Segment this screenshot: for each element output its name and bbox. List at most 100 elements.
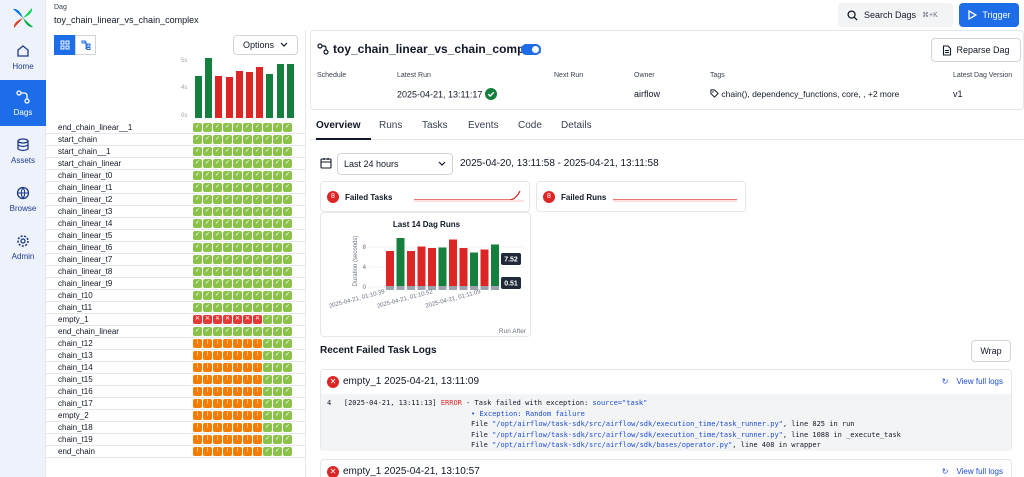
- task-instance-success[interactable]: ✓: [223, 327, 232, 336]
- task-instance-upstream-failed[interactable]: !: [193, 351, 202, 360]
- tab-overview[interactable]: Overview: [316, 120, 360, 131]
- task-instance-success[interactable]: ✓: [213, 231, 222, 240]
- task-instance-upstream-failed[interactable]: !: [203, 423, 212, 432]
- task-instance-success[interactable]: ✓: [263, 423, 272, 432]
- task-name[interactable]: chain_linear_t6: [58, 243, 112, 253]
- task-instance-upstream-failed[interactable]: !: [193, 339, 202, 348]
- chart-bar[interactable]: [396, 238, 405, 287]
- task-instance-success[interactable]: ✓: [243, 243, 252, 252]
- task-instance-success[interactable]: ✓: [253, 303, 262, 312]
- task-instance-success[interactable]: ✓: [253, 279, 262, 288]
- task-instance-success[interactable]: ✓: [273, 387, 282, 396]
- task-instance-upstream-failed[interactable]: !: [193, 447, 202, 456]
- task-instance-success[interactable]: ✓: [283, 291, 292, 300]
- run-bar[interactable]: [266, 74, 274, 118]
- task-instance-success[interactable]: ✓: [243, 183, 252, 192]
- task-instance-success[interactable]: ✓: [243, 291, 252, 300]
- task-instance-success[interactable]: ✓: [193, 219, 202, 228]
- task-instance-success[interactable]: ✓: [253, 123, 262, 132]
- task-instance-success[interactable]: ✓: [283, 363, 292, 372]
- task-instance-success[interactable]: ✓: [243, 231, 252, 240]
- task-instance-success[interactable]: ✓: [223, 219, 232, 228]
- task-instance-success[interactable]: ✓: [263, 171, 272, 180]
- task-instance-upstream-failed[interactable]: !: [243, 435, 252, 444]
- task-row[interactable]: chain_t10 ✓ ✓ ✓ ✓ ✓ ✓ ✓ ✓ ✓ ✓: [46, 290, 306, 302]
- run-bar[interactable]: [235, 71, 243, 118]
- view-full-logs-link[interactable]: ↻ View full logs: [942, 377, 1003, 386]
- task-instance-success[interactable]: ✓: [263, 123, 272, 132]
- task-instance-success[interactable]: ✓: [283, 399, 292, 408]
- task-instance-success[interactable]: ✓: [203, 135, 212, 144]
- latest-run-value[interactable]: 2025-04-21, 13:11:17: [397, 88, 498, 101]
- task-instance-success[interactable]: ✓: [223, 231, 232, 240]
- task-instance-success[interactable]: ✓: [193, 171, 202, 180]
- dag-pause-toggle[interactable]: [521, 44, 541, 55]
- task-instance-success[interactable]: ✓: [233, 303, 242, 312]
- refresh-icon[interactable]: ↻: [942, 377, 949, 386]
- task-instance-success[interactable]: ✓: [243, 147, 252, 156]
- task-row[interactable]: chain_t13!!!!!!! ✓ ✓ ✓: [46, 350, 306, 362]
- task-instance-success[interactable]: ✓: [273, 423, 282, 432]
- failed-log-header[interactable]: ✕ empty_1 2025-04-21, 13:10:57 ↻ View ful…: [321, 460, 1011, 477]
- chart-bar[interactable]: [480, 249, 489, 288]
- task-instance-failed[interactable]: ✕: [213, 315, 222, 324]
- task-instance-upstream-failed[interactable]: !: [243, 363, 252, 372]
- task-instance-success[interactable]: ✓: [263, 411, 272, 420]
- task-instance-success[interactable]: ✓: [213, 147, 222, 156]
- task-instance-upstream-failed[interactable]: !: [253, 375, 262, 384]
- task-name[interactable]: chain_linear_t3: [58, 207, 112, 217]
- task-name[interactable]: chain_t13: [58, 351, 93, 361]
- task-instance-success[interactable]: ✓: [233, 291, 242, 300]
- task-instance-success[interactable]: ✓: [223, 279, 232, 288]
- task-instance-success[interactable]: ✓: [263, 159, 272, 168]
- task-instance-success[interactable]: ✓: [203, 123, 212, 132]
- task-instance-success[interactable]: ✓: [203, 267, 212, 276]
- task-instance-upstream-failed[interactable]: !: [233, 423, 242, 432]
- task-name[interactable]: end_chain_linear__1: [58, 123, 132, 133]
- run-bar[interactable]: [225, 77, 233, 118]
- task-instance-success[interactable]: ✓: [263, 183, 272, 192]
- task-instance-success[interactable]: ✓: [223, 135, 232, 144]
- task-instance-success[interactable]: ✓: [243, 159, 252, 168]
- task-instance-success[interactable]: ✓: [203, 147, 212, 156]
- task-instance-success[interactable]: ✓: [233, 327, 242, 336]
- reparse-dag-button[interactable]: Reparse Dag: [931, 38, 1021, 62]
- task-row[interactable]: start_chain_linear ✓ ✓ ✓ ✓ ✓ ✓ ✓ ✓ ✓ ✓: [46, 158, 306, 170]
- task-instance-upstream-failed[interactable]: !: [243, 423, 252, 432]
- view-full-logs-link[interactable]: ↻ View full logs: [942, 467, 1003, 476]
- task-instance-success[interactable]: ✓: [283, 147, 292, 156]
- task-instance-success[interactable]: ✓: [283, 411, 292, 420]
- task-instance-upstream-failed[interactable]: !: [203, 375, 212, 384]
- task-instance-upstream-failed[interactable]: !: [213, 387, 222, 396]
- task-name[interactable]: chain_linear_t2: [58, 195, 112, 205]
- task-instance-success[interactable]: ✓: [273, 447, 282, 456]
- nav-home[interactable]: Home: [0, 34, 46, 80]
- task-row[interactable]: empty_1 ✕ ✕ ✕ ✕ ✕ ✕ ✕ ✓ ✓ ✓: [46, 314, 306, 326]
- task-instance-success[interactable]: ✓: [193, 255, 202, 264]
- task-instance-success[interactable]: ✓: [263, 303, 272, 312]
- task-instance-success[interactable]: ✓: [253, 327, 262, 336]
- task-instance-upstream-failed[interactable]: !: [193, 411, 202, 420]
- chart-bar[interactable]: [407, 251, 415, 287]
- task-instance-upstream-failed[interactable]: !: [213, 411, 222, 420]
- task-instance-upstream-failed[interactable]: !: [243, 447, 252, 456]
- task-instance-upstream-failed[interactable]: !: [243, 387, 252, 396]
- task-instance-success[interactable]: ✓: [193, 267, 202, 276]
- task-instance-upstream-failed[interactable]: !: [193, 375, 202, 384]
- task-instance-success[interactable]: ✓: [243, 267, 252, 276]
- task-row[interactable]: end_chain_linear ✓ ✓ ✓ ✓ ✓ ✓ ✓ ✓ ✓ ✓: [46, 326, 306, 338]
- task-instance-success[interactable]: ✓: [193, 183, 202, 192]
- task-instance-success[interactable]: ✓: [193, 279, 202, 288]
- task-instance-success[interactable]: ✓: [273, 411, 282, 420]
- task-name[interactable]: chain_t15: [58, 375, 93, 385]
- task-instance-success[interactable]: ✓: [203, 183, 212, 192]
- task-instance-success[interactable]: ✓: [273, 135, 282, 144]
- task-instance-success[interactable]: ✓: [253, 231, 262, 240]
- task-instance-success[interactable]: ✓: [203, 243, 212, 252]
- task-instance-success[interactable]: ✓: [243, 171, 252, 180]
- task-instance-success[interactable]: ✓: [203, 231, 212, 240]
- task-instance-upstream-failed[interactable]: !: [193, 423, 202, 432]
- task-instance-upstream-failed[interactable]: !: [193, 399, 202, 408]
- task-instance-success[interactable]: ✓: [213, 207, 222, 216]
- run-bar[interactable]: [276, 64, 284, 118]
